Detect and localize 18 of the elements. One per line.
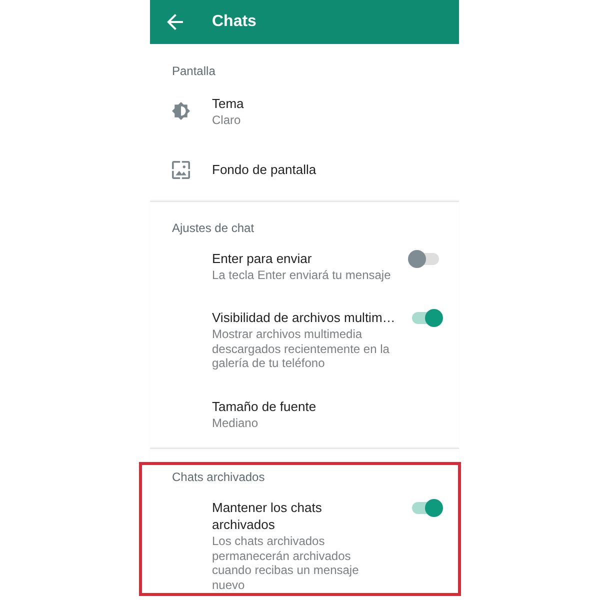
back-arrow-icon[interactable] [167,14,183,30]
section-header: Chats archivados [171,469,266,485]
setting-title[interactable]: Visibilidad de archivos multim… [212,309,396,326]
setting-description: La tecla Enter enviará tu mensaje [212,268,391,282]
setting-description: Los chats archivados permanecerán archivados cuando recibas un mensaje nuevo [212,534,360,592]
setting-description: Mediano [212,416,258,430]
setting-title[interactable]: Enter para enviar [212,250,312,266]
section-header: Pantalla [171,63,216,79]
setting-description: Mostrar archivos multimedia descargados recientemente en la galería de tu teléfono [212,327,390,370]
setting-title[interactable]: Mantener los chats archivados [212,499,322,533]
brightness-icon [172,102,190,120]
screen-title: Chats [212,12,256,32]
image-frame-icon [172,160,190,178]
setting-title[interactable]: Fondo de pantalla [212,161,316,178]
setting-title[interactable]: Tema [212,95,244,112]
setting-title[interactable]: Tamaño de fuente [212,398,316,414]
section-header: Ajustes de chat [171,220,256,236]
setting-description: Claro [212,113,241,128]
